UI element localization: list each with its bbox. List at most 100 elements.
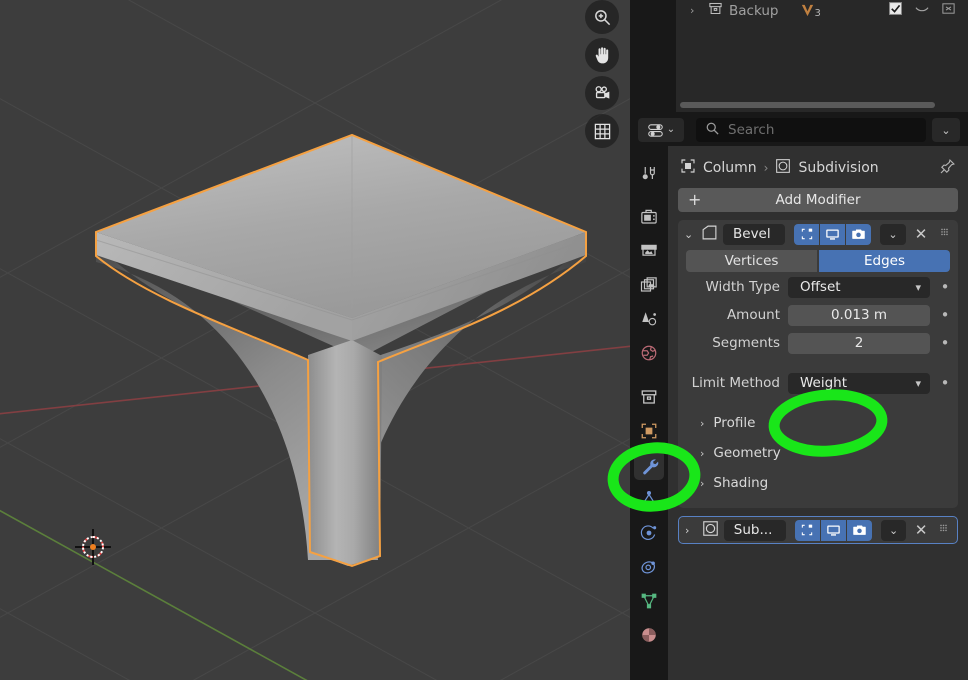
add-modifier-label: Add Modifier	[775, 192, 861, 208]
chevron-down-icon: ▾	[915, 376, 921, 390]
chevron-down-icon: ⌄	[941, 123, 951, 137]
bevel-extras-dropdown[interactable]: ⌄	[880, 223, 906, 245]
shading-subpanel-label: Shading	[713, 475, 769, 491]
outliner-hscrollbar-thumb[interactable]	[680, 102, 935, 108]
modifier-properties-panel: Column › Subdivision + Add Modifier ⌄ Be…	[668, 146, 968, 680]
drag-grip-icon[interactable]	[937, 225, 952, 244]
limit-method-field[interactable]: Weight ▾	[788, 372, 930, 394]
tab-object[interactable]	[634, 416, 664, 446]
chevron-down-icon[interactable]: ⌄	[684, 228, 696, 241]
breadcrumb: Column › Subdivision	[674, 154, 962, 182]
tab-render[interactable]	[634, 202, 664, 232]
subdivision-extras-dropdown[interactable]: ⌄	[880, 519, 907, 541]
chevron-right-icon[interactable]: ›	[685, 524, 697, 537]
breadcrumb-modifier-name[interactable]: Subdivision	[798, 160, 878, 176]
eye-closed-icon[interactable]	[914, 1, 930, 21]
3d-viewport[interactable]	[0, 0, 630, 680]
filter-dropdown-button[interactable]: ⌄	[932, 118, 960, 142]
search-placeholder-text: Search	[728, 122, 775, 138]
width-type-label: Width Type	[705, 279, 780, 295]
disclosure-triangle-icon[interactable]: ›	[690, 4, 702, 17]
toggle-realtime[interactable]	[820, 223, 845, 245]
zoom-gizmo[interactable]	[585, 0, 619, 34]
segments-animate-dot[interactable]: •	[938, 335, 952, 351]
toggle-realtime[interactable]	[820, 519, 846, 541]
tab-output[interactable]	[634, 236, 664, 266]
search-input[interactable]: Search	[696, 118, 926, 142]
limit-method-animate-dot[interactable]: •	[938, 375, 952, 391]
bevel-display-toggles	[794, 223, 871, 245]
subdivision-modifier-name-field[interactable]: Sub...	[723, 519, 786, 541]
tab-world[interactable]	[634, 338, 664, 368]
camera-disabled-icon[interactable]	[941, 1, 956, 20]
bevel-remove-button[interactable]: ✕	[911, 225, 931, 243]
properties-editor: ⌄ Search ⌄ Column › Subdivision + Add Mo…	[630, 114, 968, 680]
column-mesh-object[interactable]	[0, 0, 630, 680]
camera-view-gizmo[interactable]	[585, 76, 619, 110]
affect-edges-option[interactable]: Edges	[819, 250, 950, 272]
bevel-modifier-header[interactable]: ⌄ Bevel ⌄ ✕	[678, 220, 958, 248]
tab-modifiers[interactable]	[634, 450, 664, 480]
bevel-icon	[701, 224, 718, 245]
pan-gizmo[interactable]	[585, 38, 619, 72]
segments-label: Segments	[712, 335, 780, 351]
segments-field[interactable]: 2	[788, 332, 930, 354]
tab-particles[interactable]	[634, 484, 664, 514]
toggle-render[interactable]	[846, 223, 871, 245]
tab-physics[interactable]	[634, 518, 664, 548]
tab-tool[interactable]	[634, 158, 664, 188]
plus-icon: +	[688, 190, 702, 209]
amount-row: Amount 0.013 m •	[684, 302, 952, 328]
amount-animate-dot[interactable]: •	[938, 307, 952, 323]
toggle-edit-mode[interactable]	[794, 519, 820, 541]
editor-type-selector[interactable]: ⌄	[638, 118, 684, 142]
search-icon	[705, 121, 720, 140]
amount-label: Amount	[726, 307, 780, 323]
bevel-modifier-name-field[interactable]: Bevel	[723, 223, 785, 245]
drag-grip-icon[interactable]	[936, 521, 951, 540]
width-type-animate-dot[interactable]: •	[938, 279, 952, 295]
object-square-icon	[680, 158, 696, 178]
chevron-down-icon: ⌄	[888, 523, 899, 537]
chevron-down-icon: ⌄	[666, 124, 676, 135]
subdivision-circle-icon	[775, 158, 791, 178]
profile-subpanel-label: Profile	[713, 415, 756, 431]
tab-scene[interactable]	[634, 304, 664, 334]
version-badge-icon: 3	[799, 2, 821, 19]
geometry-subpanel[interactable]: › Geometry	[684, 438, 952, 468]
breadcrumb-object-name[interactable]: Column	[703, 160, 757, 176]
chevron-right-icon: ›	[700, 416, 705, 430]
toggle-render[interactable]	[846, 519, 872, 541]
outliner-editor[interactable]: › Backup 3	[676, 0, 968, 112]
outliner-hscrollbar[interactable]	[676, 102, 968, 108]
pin-icon[interactable]	[939, 158, 956, 179]
toggle-edit-mode[interactable]	[794, 223, 819, 245]
tab-view-layer[interactable]	[634, 270, 664, 300]
amount-field[interactable]: 0.013 m	[788, 304, 930, 326]
chevron-right-icon: ›	[700, 446, 705, 460]
profile-subpanel[interactable]: › Profile	[684, 408, 952, 438]
shading-subpanel[interactable]: › Shading	[684, 468, 952, 498]
properties-header: ⌄ Search ⌄	[630, 114, 968, 146]
limit-method-value: Weight	[800, 375, 848, 391]
right-panel-column: › Backup 3 ⌄ Search ⌄ Column › Subdivisi…	[630, 0, 968, 680]
tab-object-data[interactable]	[634, 586, 664, 616]
add-modifier-button[interactable]: + Add Modifier	[678, 188, 958, 212]
tab-material[interactable]	[634, 620, 664, 650]
segments-row: Segments 2 •	[684, 330, 952, 356]
chevron-down-icon: ⌄	[888, 227, 898, 241]
tab-constraints[interactable]	[634, 552, 664, 582]
affect-vertices-option[interactable]: Vertices	[686, 250, 817, 272]
toggle-ortho-gizmo[interactable]	[585, 114, 619, 148]
width-type-value: Offset	[800, 279, 841, 295]
tab-collection[interactable]	[634, 382, 664, 412]
subdivision-remove-button[interactable]: ✕	[911, 521, 931, 539]
collection-box-icon	[708, 1, 723, 20]
width-type-field[interactable]: Offset ▾	[788, 276, 930, 298]
subdivision-display-toggles	[794, 519, 872, 541]
subdivision-modifier-header[interactable]: › Sub... ⌄ ✕	[679, 517, 957, 543]
subdivision-circle-icon	[702, 520, 719, 541]
outliner-row-backup[interactable]: › Backup 3	[676, 0, 968, 21]
checkbox-checked-icon[interactable]	[888, 1, 903, 20]
width-type-row: Width Type Offset ▾ •	[684, 274, 952, 300]
